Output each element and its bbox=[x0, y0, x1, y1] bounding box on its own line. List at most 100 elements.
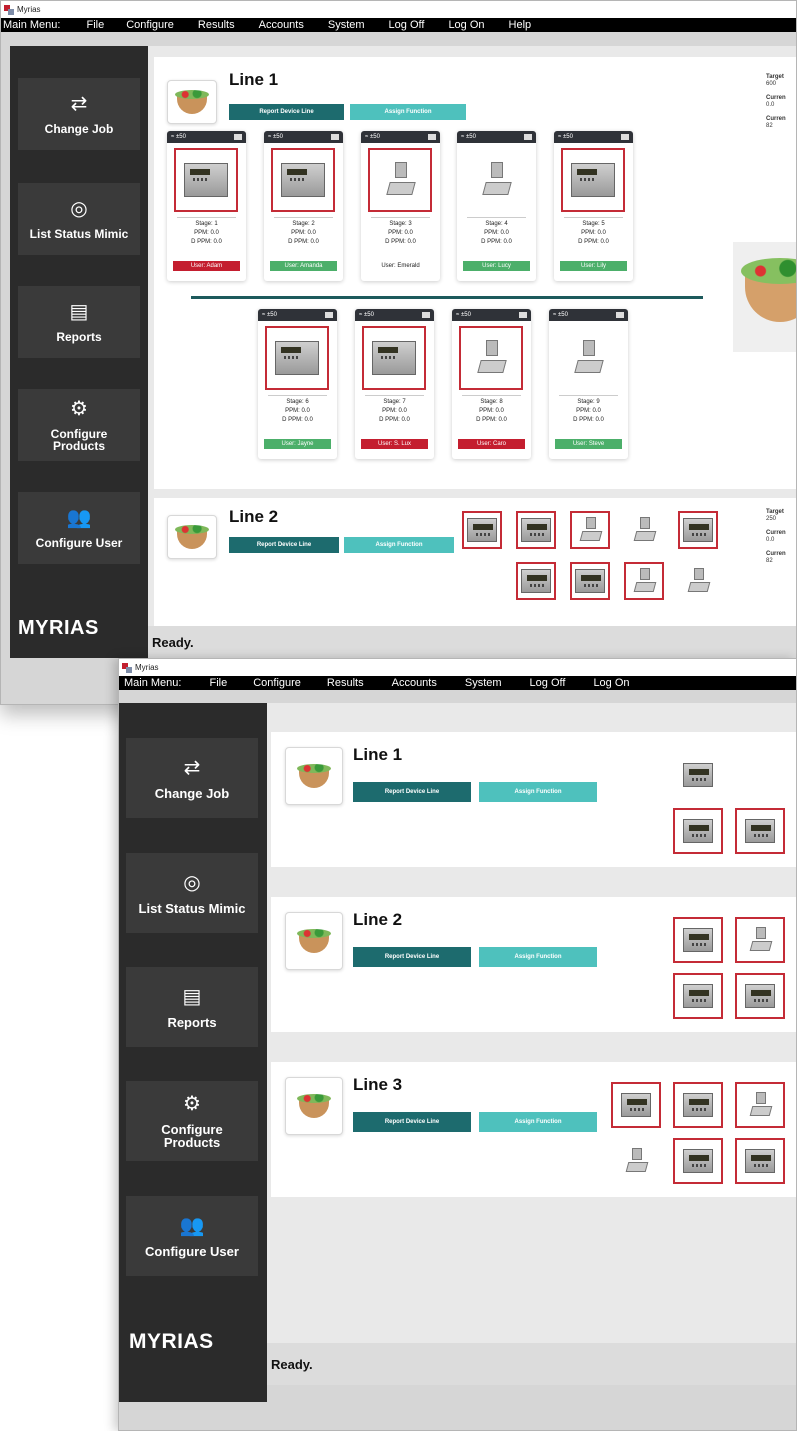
report-device-line-button[interactable]: Report Device Line bbox=[229, 537, 339, 553]
stage-card[interactable]: ≈ ±50 Stage: 3 PPM: 0.0 D PPM: 0.0 User: Eme… bbox=[361, 131, 440, 281]
device-tile[interactable] bbox=[673, 973, 723, 1019]
device-tile[interactable] bbox=[673, 1082, 723, 1128]
device-image[interactable] bbox=[459, 326, 523, 390]
sidebar-item-list-status-mimic[interactable]: ◎ List Status Mimic bbox=[126, 853, 258, 933]
expand-icon[interactable] bbox=[621, 134, 629, 140]
assign-function-button[interactable]: Assign Function bbox=[344, 537, 454, 553]
device-tile[interactable] bbox=[735, 917, 785, 963]
sidebar-item-configure-products[interactable]: ⚙ Configure Products bbox=[126, 1081, 258, 1161]
device-image[interactable] bbox=[556, 326, 620, 390]
device-image[interactable] bbox=[174, 148, 238, 212]
expand-icon[interactable] bbox=[519, 312, 527, 318]
expand-icon[interactable] bbox=[524, 134, 532, 140]
stage-card[interactable]: ≈ ±50 Stage: 4 PPM: 0.0 D PPM: 0.0 User: Luc… bbox=[457, 131, 536, 281]
device-image[interactable] bbox=[271, 148, 335, 212]
menu-results[interactable]: Results bbox=[327, 677, 364, 689]
line-title: Line 2 bbox=[229, 507, 279, 526]
device-tile[interactable] bbox=[735, 808, 785, 854]
menu-accounts[interactable]: Accounts bbox=[259, 19, 304, 31]
calculator-icon: ▤ bbox=[69, 301, 89, 323]
report-device-line-button[interactable]: Report Device Line bbox=[353, 782, 471, 802]
device-tile[interactable] bbox=[735, 973, 785, 1019]
sidebar-item-list-status-mimic[interactable]: ◎ List Status Mimic bbox=[18, 183, 140, 255]
line-title: Line 2 bbox=[353, 910, 403, 929]
product-thumbnail[interactable] bbox=[285, 912, 343, 970]
sidebar-item-configure-user[interactable]: 👥 Configure User bbox=[18, 492, 140, 564]
menu-configure[interactable]: Configure bbox=[253, 677, 301, 689]
device-tile[interactable] bbox=[624, 511, 664, 549]
stage-card[interactable]: ≈ ±50 Stage: 2 PPM: 0.0 D PPM: 0.0 User: Ama… bbox=[264, 131, 343, 281]
device-tile[interactable] bbox=[570, 562, 610, 600]
product-thumbnail[interactable] bbox=[285, 747, 343, 805]
device-image[interactable] bbox=[362, 326, 426, 390]
scale-indicator-icon bbox=[683, 984, 713, 1008]
expand-icon[interactable] bbox=[422, 312, 430, 318]
stage-card[interactable]: ≈ ±50 Stage: 6 PPM: 0.0 D PPM: 0.0 User: Jay… bbox=[258, 309, 337, 459]
menu-results[interactable]: Results bbox=[198, 19, 235, 31]
sidebar-item-configure-user[interactable]: 👥 Configure User bbox=[126, 1196, 258, 1276]
device-tile[interactable] bbox=[673, 917, 723, 963]
salad-bowl-icon bbox=[175, 525, 209, 549]
menu-log-on[interactable]: Log On bbox=[593, 677, 629, 689]
stage-card[interactable]: ≈ ±50 Stage: 7 PPM: 0.0 D PPM: 0.0 User: S. … bbox=[355, 309, 434, 459]
menu-log-off[interactable]: Log Off bbox=[530, 677, 566, 689]
stage-card[interactable]: ≈ ±50 Stage: 5 PPM: 0.0 D PPM: 0.0 User: Lil… bbox=[554, 131, 633, 281]
device-tile[interactable] bbox=[673, 752, 723, 798]
device-tile[interactable] bbox=[570, 511, 610, 549]
device-tile[interactable] bbox=[516, 562, 556, 600]
product-thumbnail[interactable] bbox=[167, 515, 217, 559]
scale-indicator-icon bbox=[683, 518, 713, 542]
device-image[interactable] bbox=[368, 148, 432, 212]
device-tile[interactable] bbox=[462, 511, 502, 549]
expand-icon[interactable] bbox=[331, 134, 339, 140]
device-tile[interactable] bbox=[678, 511, 718, 549]
device-tile[interactable] bbox=[673, 1138, 723, 1184]
stage-card[interactable]: ≈ ±50 Stage: 8 PPM: 0.0 D PPM: 0.0 User: Car… bbox=[452, 309, 531, 459]
menu-help[interactable]: Help bbox=[509, 19, 532, 31]
report-device-line-button[interactable]: Report Device Line bbox=[229, 104, 344, 120]
ppm-label: PPM: 0.0 bbox=[285, 408, 310, 414]
menu-label: Main Menu: bbox=[3, 19, 61, 31]
device-tile[interactable] bbox=[624, 562, 664, 600]
assign-function-button[interactable]: Assign Function bbox=[479, 1112, 597, 1132]
stage-card[interactable]: ≈ ±50 Stage: 1 PPM: 0.0 D PPM: 0.0 User: Ada… bbox=[167, 131, 246, 281]
dppm-label: D PPM: 0.0 bbox=[578, 239, 609, 245]
assign-function-button[interactable]: Assign Function bbox=[479, 782, 597, 802]
sidebar-item-change-job[interactable]: ⇄ Change Job bbox=[18, 78, 140, 150]
device-image[interactable] bbox=[561, 148, 625, 212]
device-image[interactable] bbox=[265, 326, 329, 390]
expand-icon[interactable] bbox=[428, 134, 436, 140]
assign-function-button[interactable]: Assign Function bbox=[479, 947, 597, 967]
sidebar-item-configure-products[interactable]: ⚙ Configure Products bbox=[18, 389, 140, 461]
expand-icon[interactable] bbox=[325, 312, 333, 318]
sidebar-item-reports[interactable]: ▤ Reports bbox=[126, 967, 258, 1047]
assign-function-button[interactable]: Assign Function bbox=[350, 104, 466, 120]
device-tile[interactable] bbox=[673, 808, 723, 854]
device-tile[interactable] bbox=[735, 1082, 785, 1128]
device-tile[interactable] bbox=[611, 1082, 661, 1128]
product-thumbnail[interactable] bbox=[167, 80, 217, 124]
device-tile[interactable] bbox=[516, 511, 556, 549]
report-device-line-button[interactable]: Report Device Line bbox=[353, 947, 471, 967]
separator bbox=[371, 217, 430, 218]
device-image[interactable] bbox=[464, 148, 528, 212]
menu-log-on[interactable]: Log On bbox=[448, 19, 484, 31]
menu-accounts[interactable]: Accounts bbox=[392, 677, 437, 689]
menu-file[interactable]: File bbox=[209, 677, 227, 689]
menu-log-off[interactable]: Log Off bbox=[389, 19, 425, 31]
card-header-text: ≈ ±50 bbox=[365, 134, 380, 140]
menu-configure[interactable]: Configure bbox=[126, 19, 174, 31]
report-device-line-button[interactable]: Report Device Line bbox=[353, 1112, 471, 1132]
menu-system[interactable]: System bbox=[465, 677, 502, 689]
menu-system[interactable]: System bbox=[328, 19, 365, 31]
stage-card[interactable]: ≈ ±50 Stage: 9 PPM: 0.0 D PPM: 0.0 User: Ste… bbox=[549, 309, 628, 459]
sidebar-item-reports[interactable]: ▤ Reports bbox=[18, 286, 140, 358]
device-tile[interactable] bbox=[678, 562, 718, 600]
device-tile[interactable] bbox=[735, 1138, 785, 1184]
sidebar-item-change-job[interactable]: ⇄ Change Job bbox=[126, 738, 258, 818]
expand-icon[interactable] bbox=[616, 312, 624, 318]
expand-icon[interactable] bbox=[234, 134, 242, 140]
product-thumbnail[interactable] bbox=[285, 1077, 343, 1135]
menu-file[interactable]: File bbox=[86, 19, 104, 31]
device-tile[interactable] bbox=[611, 1138, 661, 1184]
